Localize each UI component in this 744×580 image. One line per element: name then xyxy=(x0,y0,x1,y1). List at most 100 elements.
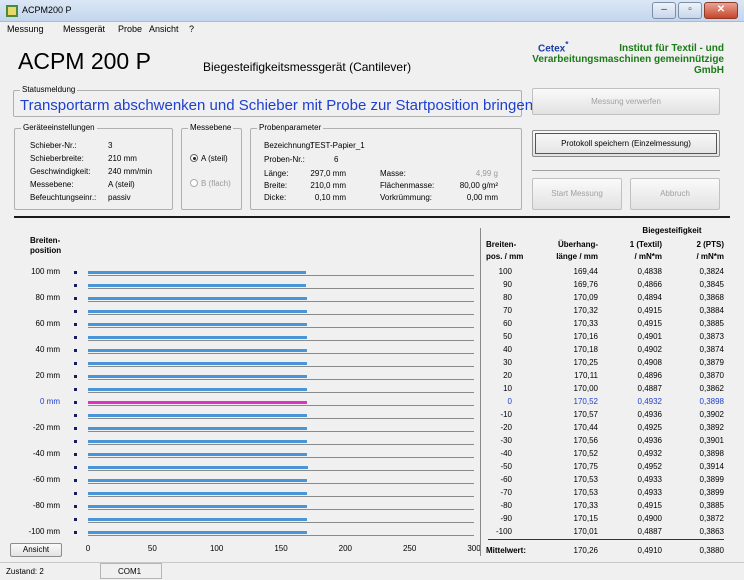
sample-param-key: Vorkrümmung: xyxy=(380,193,433,202)
abort-button[interactable]: Abbruch xyxy=(630,178,720,210)
mean-label: Mittelwert: xyxy=(486,546,526,555)
row-marker xyxy=(74,465,77,469)
section-divider xyxy=(14,216,730,218)
institute-line-3: GmbH xyxy=(694,65,724,76)
row-marker xyxy=(74,400,77,404)
plane-b-radio[interactable] xyxy=(190,179,198,187)
close-button[interactable]: ✕ xyxy=(704,2,738,19)
chart-x-tick-label: 200 xyxy=(338,544,352,553)
table-cell: 170,15 xyxy=(573,513,598,523)
table-cell: 0,4933 xyxy=(637,487,662,497)
table-cell: 170,56 xyxy=(573,435,598,445)
table-cell: 170,52 xyxy=(573,448,598,458)
chart-x-tick-label: 250 xyxy=(402,544,417,553)
sample-param-value: 0,00 mm xyxy=(466,193,498,202)
table-cell: 0,3885 xyxy=(699,318,724,328)
sample-name-key: Bezeichnung: xyxy=(264,141,313,150)
sample-param-value: 80,00 g/m² xyxy=(459,181,498,190)
table-cell: 0,4900 xyxy=(637,513,662,523)
plane-a-radio[interactable] xyxy=(190,154,198,162)
sample-param-key: Flächenmasse: xyxy=(380,181,435,190)
table-cell: 0,3872 xyxy=(699,513,724,523)
overhang-bar xyxy=(88,400,308,404)
chart-x-tick-label: 150 xyxy=(274,544,288,553)
table-cell: -50 xyxy=(500,461,512,471)
device-setting-value: passiv xyxy=(108,193,131,202)
menu-help[interactable]: ? xyxy=(189,24,194,34)
overhang-bar xyxy=(88,361,308,365)
row-marker xyxy=(74,361,77,365)
chart-y-tick-label: -80 mm xyxy=(32,500,60,510)
overhang-bar xyxy=(88,530,307,534)
sample-nr-key: Proben-Nr.: xyxy=(264,155,305,164)
brand-mark: * xyxy=(565,39,569,49)
table-cell: 0,4887 xyxy=(637,383,662,393)
overhang-bar xyxy=(88,413,308,417)
minimize-button[interactable]: – xyxy=(652,2,676,19)
row-marker xyxy=(74,530,77,534)
row-marker xyxy=(74,452,77,456)
chart-y-tick-label: 60 mm xyxy=(35,318,60,328)
save-protocol-button[interactable]: Protokoll speichern (Einzelmessung) xyxy=(532,130,720,157)
view-button[interactable]: Ansicht xyxy=(10,543,62,557)
table-header-line-2: / mN*m xyxy=(696,252,724,261)
table-cell: 170,33 xyxy=(573,318,598,328)
app-icon xyxy=(6,5,18,17)
table-cell: 40 xyxy=(503,344,512,354)
table-cell: -80 xyxy=(500,500,512,510)
menu-probe[interactable]: Probe xyxy=(118,24,142,34)
overhang-bar xyxy=(88,296,307,300)
title-bar[interactable] xyxy=(0,0,744,22)
table-cell: -70 xyxy=(500,487,512,497)
table-cell: 0,4838 xyxy=(637,267,662,276)
row-marker xyxy=(74,504,77,508)
table-cell: 170,53 xyxy=(573,487,598,497)
sample-param-key: Dicke: xyxy=(264,193,287,202)
table-cell: 0,4915 xyxy=(637,318,662,328)
table-cell: 0,3884 xyxy=(699,305,724,315)
device-setting-value: 240 mm/min xyxy=(108,167,153,176)
table-cell: 169,76 xyxy=(573,279,598,289)
table-cell: 0,3863 xyxy=(699,526,724,536)
status-group-label: Statusmeldung xyxy=(20,85,78,94)
table-cell: 0,3862 xyxy=(699,383,724,393)
overhang-bar xyxy=(88,517,307,521)
chart-y-axis-title: Breiten- position xyxy=(30,236,62,255)
chart-right-border xyxy=(480,228,481,556)
device-setting-value: A (steil) xyxy=(108,180,135,189)
table-cell: -40 xyxy=(500,448,512,458)
table-cell: 0,4932 xyxy=(637,396,662,406)
table-cell: 0,3879 xyxy=(699,357,724,367)
maximize-button[interactable]: ▫ xyxy=(678,2,702,19)
table-cell: 0,3898 xyxy=(699,396,724,406)
discard-measurement-button[interactable]: Messung verwerfen xyxy=(532,88,720,115)
table-header-line-2: / mN*m xyxy=(634,252,662,261)
sample-name-value: TEST-Papier_1 xyxy=(310,141,365,150)
row-marker xyxy=(74,309,77,313)
device-setting-key: Schieber-Nr.: xyxy=(30,141,77,150)
sample-param-value: 4,99 g xyxy=(475,169,498,178)
chart-y-tick-label: -60 mm xyxy=(32,474,60,484)
app-subtitle: Biegesteifigkeitsmessgerät (Cantilever) xyxy=(203,60,412,74)
device-setting-key: Messebene: xyxy=(30,180,74,189)
sample-param-value: 0,10 mm xyxy=(314,193,346,202)
table-header-line-1: 2 (PTS) xyxy=(696,240,724,249)
row-marker xyxy=(74,439,77,443)
bar-track xyxy=(88,482,474,484)
table-cell: 0 xyxy=(507,396,512,406)
table-cell: 0,3901 xyxy=(699,435,724,445)
institute-line-2: Verarbeitungsmaschinen gemeinnützige xyxy=(532,54,724,65)
overhang-bar xyxy=(88,283,307,287)
bar-track xyxy=(88,275,474,276)
bar-track xyxy=(88,443,474,445)
bar-track xyxy=(88,495,474,497)
menu-messung[interactable]: Messung xyxy=(7,24,44,34)
overhang-bar xyxy=(88,335,307,339)
row-marker xyxy=(74,374,77,378)
menu-messgeraet[interactable]: Messgerät xyxy=(63,24,105,34)
row-marker xyxy=(74,387,77,391)
menu-ansicht[interactable]: Ansicht xyxy=(149,24,179,34)
table-cell: 0,4908 xyxy=(637,357,662,367)
device-settings-label: Geräteeinstellungen xyxy=(21,123,97,132)
start-measurement-button[interactable]: Start Messung xyxy=(532,178,622,210)
